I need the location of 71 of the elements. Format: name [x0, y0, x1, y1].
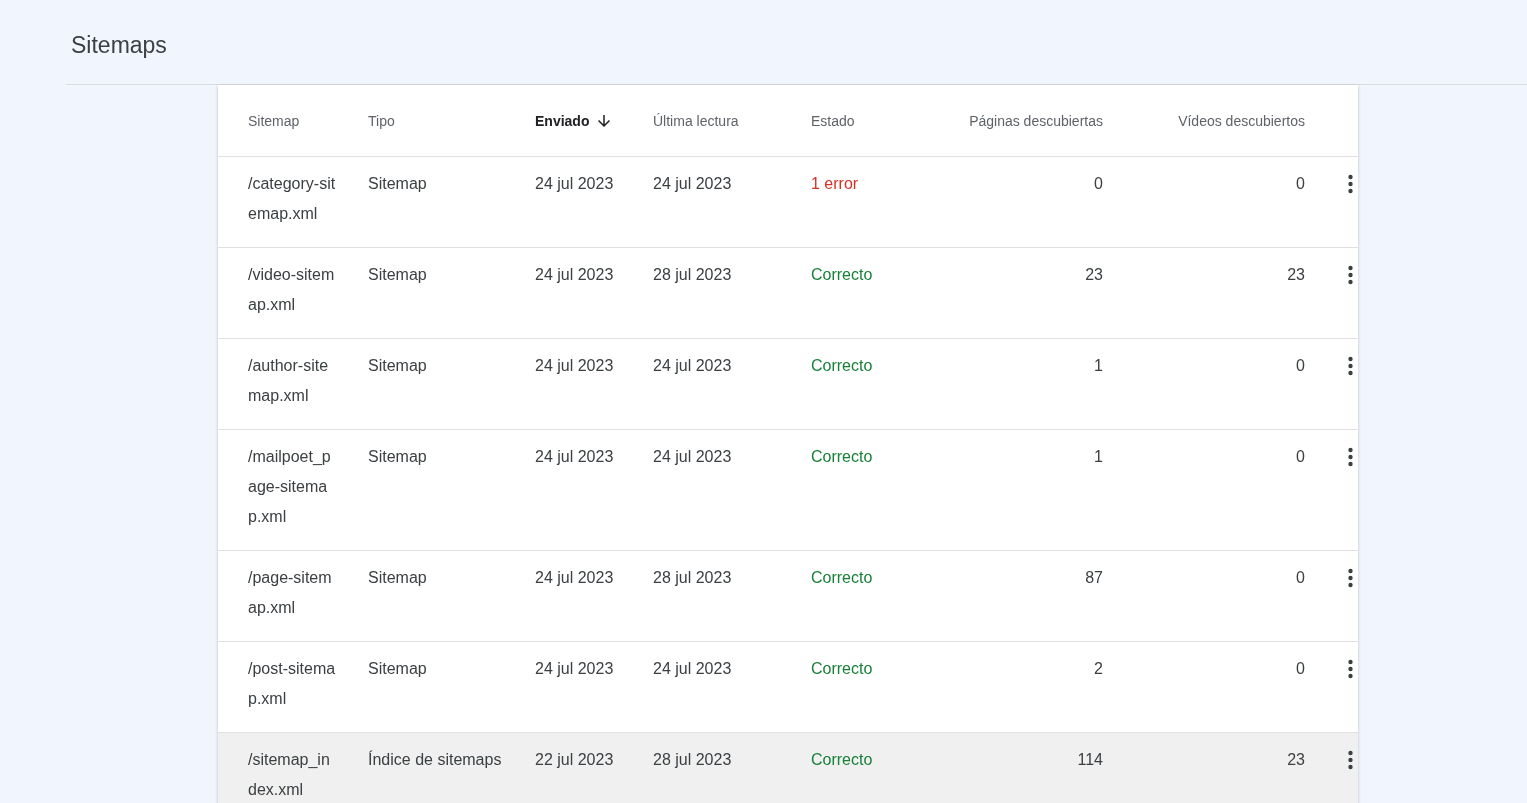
date-cell-text: 24 jul 2023: [535, 568, 615, 588]
count-cell-text: 0: [1295, 659, 1305, 679]
status-cell-text: Correcto: [811, 750, 874, 770]
count-cell-text: 0: [1093, 174, 1103, 194]
sitemap-cell-text: /sitemap_index.xml: [248, 750, 331, 800]
count-cell-text: 1: [1093, 356, 1103, 376]
status-cell-text: Correcto: [811, 447, 874, 467]
sitemap-cell-text: /post-sitemap.xml: [248, 659, 336, 709]
count-cell-text: 23: [1286, 750, 1305, 770]
count-cell-text: 0: [1295, 447, 1305, 467]
count-cell-text: 0: [1295, 568, 1305, 588]
table-row[interactable]: /sitemap_index.xml Índice de sitemaps 22 jul 2023 28 jul 2023 Correcto 114 23: [218, 733, 1358, 803]
vertical-dots-icon: [1347, 659, 1353, 679]
count-cell-text: 23: [1286, 265, 1305, 285]
date-cell-text: 24 jul 2023: [653, 174, 733, 194]
date-cell-text: 24 jul 2023: [535, 356, 615, 376]
date-cell-text: 24 jul 2023: [653, 659, 733, 679]
status-cell-text: Correcto: [811, 265, 874, 285]
count-cell-text: 2: [1093, 659, 1103, 679]
date-cell-text: 28 jul 2023: [653, 568, 733, 588]
type-cell-text: Sitemap: [368, 447, 428, 467]
status-cell-text: Correcto: [811, 659, 874, 679]
status-cell-text: 1 error: [811, 174, 860, 194]
sitemap-cell-text: /mailpoet_page-sitemap.xml: [248, 447, 332, 527]
type-cell-text: Sitemap: [368, 174, 428, 194]
sitemap-cell-text: /video-sitemap.xml: [248, 265, 336, 315]
sitemap-cell-text: /author-sitemap.xml: [248, 356, 330, 406]
date-cell-text: 24 jul 2023: [653, 356, 733, 376]
vertical-dots-icon: [1347, 356, 1353, 376]
type-cell-text: Sitemap: [368, 356, 428, 376]
column-header[interactable]: Páginas descubiertas: [969, 112, 1103, 129]
date-cell-text: 22 jul 2023: [535, 750, 615, 770]
column-header[interactable]: Sitemap: [248, 112, 300, 129]
vertical-dots-icon: [1347, 174, 1353, 194]
table-row[interactable]: /video-sitemap.xml Sitemap 24 jul 2023 28 jul 2023 Correcto 23 23: [218, 248, 1358, 339]
count-cell-text: 114: [1076, 750, 1103, 770]
sitemap-cell-text: /page-sitemap.xml: [248, 568, 333, 618]
date-cell-text: 28 jul 2023: [653, 750, 733, 770]
date-cell-text: 24 jul 2023: [535, 265, 615, 285]
column-header[interactable]: Última lectura: [653, 112, 739, 129]
count-cell-text: 23: [1084, 265, 1103, 285]
type-cell-text: Sitemap: [368, 568, 428, 588]
vertical-dots-icon: [1347, 568, 1353, 588]
type-cell-text: Sitemap: [368, 265, 428, 285]
count-cell-text: 1: [1093, 447, 1103, 467]
vertical-dots-icon: [1347, 447, 1353, 467]
count-cell-text: 87: [1084, 568, 1103, 588]
table-row[interactable]: /post-sitemap.xml Sitemap 24 jul 2023 24 jul 2023 Correcto 2 0: [218, 642, 1358, 733]
status-cell-text: Correcto: [811, 568, 874, 588]
count-cell-text: 0: [1295, 356, 1305, 376]
table-row[interactable]: /mailpoet_page-sitemap.xml Sitemap 24 jul 2023 24 jul 2023 Correcto 1 0: [218, 430, 1358, 551]
column-header[interactable]: Enviado: [535, 112, 590, 129]
page-title: Sitemaps: [71, 32, 167, 59]
table-row[interactable]: /page-sitemap.xml Sitemap 24 jul 2023 28 jul 2023 Correcto 87 0: [218, 551, 1358, 642]
date-cell-text: 28 jul 2023: [653, 265, 733, 285]
column-header[interactable]: Tipo: [368, 112, 395, 129]
status-cell-text: Correcto: [811, 356, 874, 376]
table-row[interactable]: /category-sitemap.xml Sitemap 24 jul 2023 24 jul 2023 1 error 0 0: [218, 157, 1358, 248]
column-header[interactable]: Estado: [811, 112, 855, 129]
date-cell-text: 24 jul 2023: [535, 174, 615, 194]
count-cell-text: 0: [1295, 174, 1305, 194]
column-header[interactable]: Vídeos descubiertos: [1178, 112, 1305, 129]
type-cell-text: Índice de sitemaps: [368, 749, 503, 770]
type-cell-text: Sitemap: [368, 659, 428, 679]
table-row[interactable]: /author-sitemap.xml Sitemap 24 jul 2023 24 jul 2023 Correcto 1 0: [218, 339, 1358, 430]
vertical-dots-icon: [1347, 750, 1353, 770]
vertical-dots-icon: [1347, 265, 1353, 285]
sitemap-cell-text: /category-sitemap.xml: [248, 174, 336, 224]
date-cell-text: 24 jul 2023: [653, 447, 733, 467]
date-cell-text: 24 jul 2023: [535, 659, 615, 679]
date-cell-text: 24 jul 2023: [535, 447, 615, 467]
